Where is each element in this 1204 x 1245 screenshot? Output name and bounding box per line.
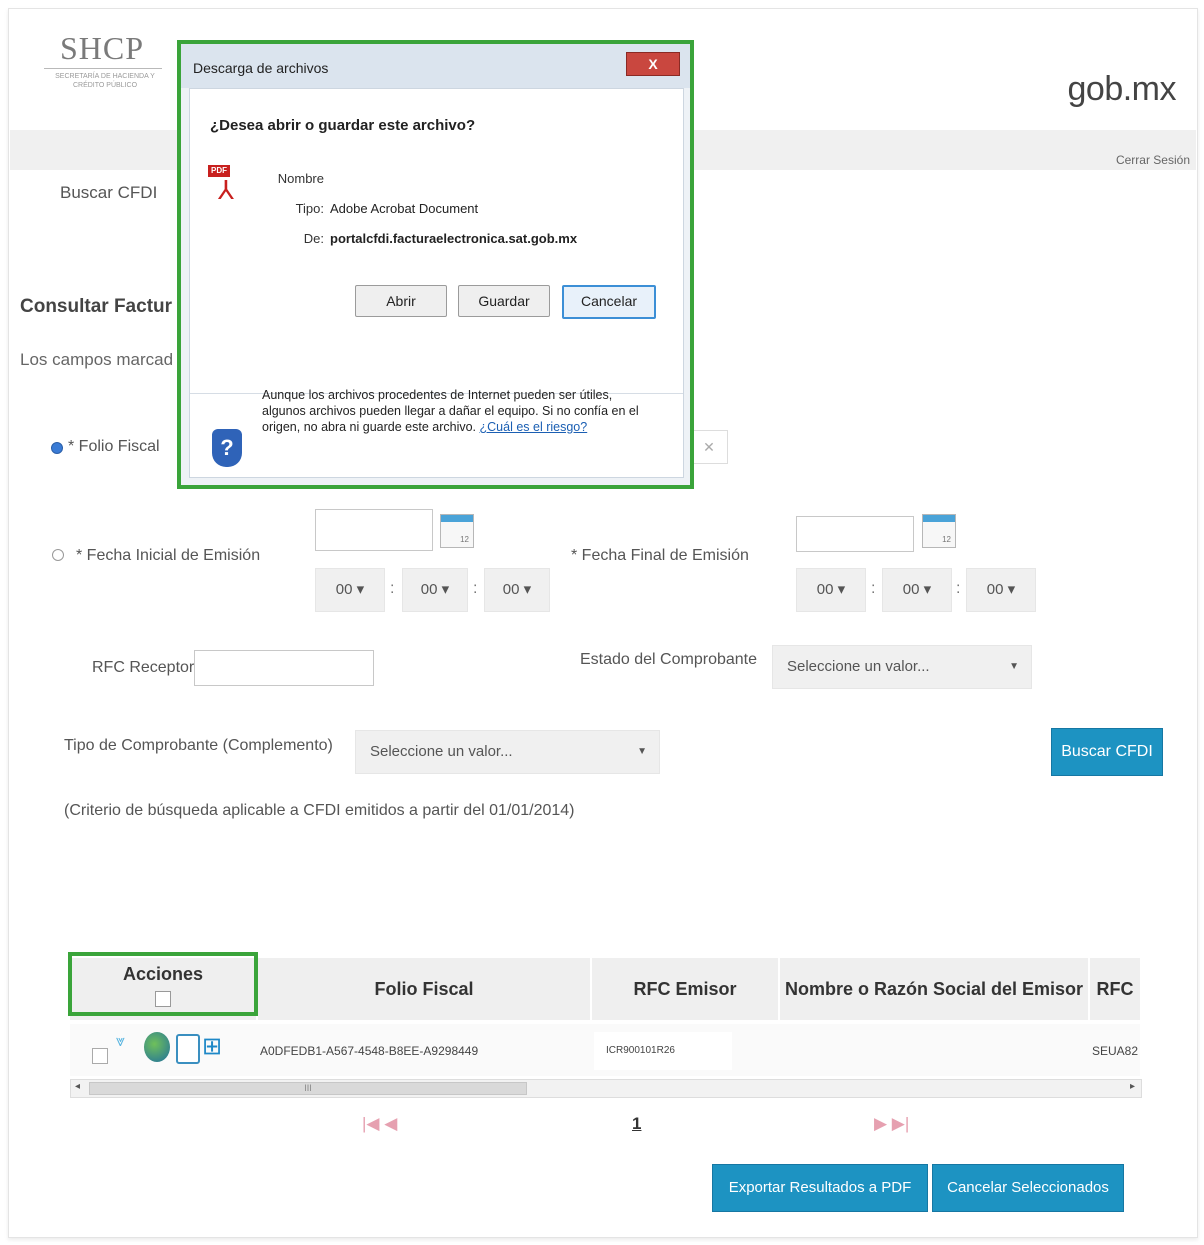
globe-icon[interactable] [144,1032,170,1062]
pager-first-prev[interactable]: |◀ ◀ [362,1114,397,1134]
fecha-final-label: * Fecha Final de Emisión [571,547,749,564]
scroll-left-icon[interactable]: ◂ [75,1081,80,1092]
calendar-icon[interactable]: 12 [440,514,474,548]
row-folio-fiscal: A0DFEDB1-A567-4548-B8EE-A9298449 [260,1044,479,1058]
exportar-pdf-button[interactable]: Exportar Resultados a PDF [712,1164,928,1212]
logo-divider [44,68,162,69]
document-icon[interactable] [176,1034,200,1064]
logo-subtitle: SECRETARÍA DE HACIENDA Y CRÉDITO PÚBLICO [55,73,155,89]
add-document-icon[interactable]: ⊞ [202,1030,230,1064]
chevron-down-icon: ▼ [1009,661,1019,672]
hora-value: 00 [816,581,834,598]
col-rfc-emisor: RFC Emisor [592,958,778,1020]
minuto-final-select[interactable]: 00 ▾ [882,568,952,612]
fecha-radio[interactable] [52,549,64,561]
scroll-right-icon[interactable]: ▸ [1130,1081,1135,1092]
folio-fiscal-radio[interactable] [51,442,63,454]
fecha-inicial-label: * Fecha Inicial de Emisión [76,547,261,564]
time-separator: : [473,580,478,597]
fecha-inicial-input[interactable] [315,509,433,551]
shcp-logo: SHCP [60,30,145,66]
buscar-cfdi-button[interactable]: Buscar CFDI [1051,728,1163,776]
col-rfc-receptor: RFC [1090,958,1140,1020]
gob-mx-logo: gob.mx [1067,70,1177,108]
col-nombre-emisor: Nombre o Razón Social del Emisor [780,958,1088,1020]
chevron-down-icon: ▼ [637,746,647,757]
segundo-final-select[interactable]: 00 ▾ [966,568,1036,612]
hora-value: 00 [335,581,353,598]
hora-inicial-select[interactable]: 00 ▾ [315,568,385,612]
time-separator: : [956,580,961,597]
col-folio-fiscal: Folio Fiscal [258,958,590,1020]
xml-download-icon[interactable]: ⩔ [116,1033,125,1051]
estado-value: Seleccione un valor... [787,658,930,675]
tipo-value: Seleccione un valor... [370,743,513,760]
criterio-note: (Criterio de búsqueda aplicable a CFDI e… [64,802,575,819]
tipo-comprobante-select[interactable]: Seleccione un valor... ▼ [355,730,660,774]
page-title: Consultar Factur [20,296,173,317]
time-separator: : [871,580,876,597]
cancelar-seleccionados-button[interactable]: Cancelar Seleccionados [932,1164,1124,1212]
minuto-value: 00 [420,581,438,598]
estado-label: Estado del Comprobante [580,651,757,668]
row-rfc-receptor: SEUA8208 [1092,1044,1138,1058]
row-checkbox[interactable] [92,1048,108,1064]
rfc-receptor-label: RFC Receptor [92,659,195,676]
clear-icon[interactable]: ✕ [690,430,728,464]
acciones-highlight [68,952,258,1016]
horizontal-scrollbar[interactable]: ◂ III ▸ [70,1079,1142,1098]
pager-page-1[interactable]: 1 [632,1114,641,1134]
hora-final-select[interactable]: 00 ▾ [796,568,866,612]
minuto-value: 00 [902,581,920,598]
tipo-comprobante-label: Tipo de Comprobante (Complemento) [64,737,333,754]
calendar-icon[interactable]: 12 [922,514,956,548]
segundo-value: 00 [502,581,520,598]
scroll-grip: III [304,1083,312,1093]
row-rfc-emisor: ICR900101R26 [594,1032,732,1070]
scroll-thumb[interactable]: III [89,1082,527,1095]
required-note: Los campos marcad [20,350,174,369]
segundo-value: 00 [986,581,1004,598]
folio-fiscal-label: * Folio Fiscal [68,438,160,455]
dialog-highlight [177,40,694,489]
cerrar-sesion-link[interactable]: Cerrar Sesión [1116,153,1190,167]
segundo-inicial-select[interactable]: 00 ▾ [484,568,550,612]
rfc-receptor-input[interactable] [194,650,374,686]
estado-select[interactable]: Seleccione un valor... ▼ [772,645,1032,689]
minuto-inicial-select[interactable]: 00 ▾ [402,568,468,612]
tab-buscar-cfdi[interactable]: Buscar CFDI [60,183,157,203]
fecha-final-input[interactable] [796,516,914,552]
pager-next-last[interactable]: ▶ ▶| [874,1114,909,1134]
time-separator: : [390,580,395,597]
